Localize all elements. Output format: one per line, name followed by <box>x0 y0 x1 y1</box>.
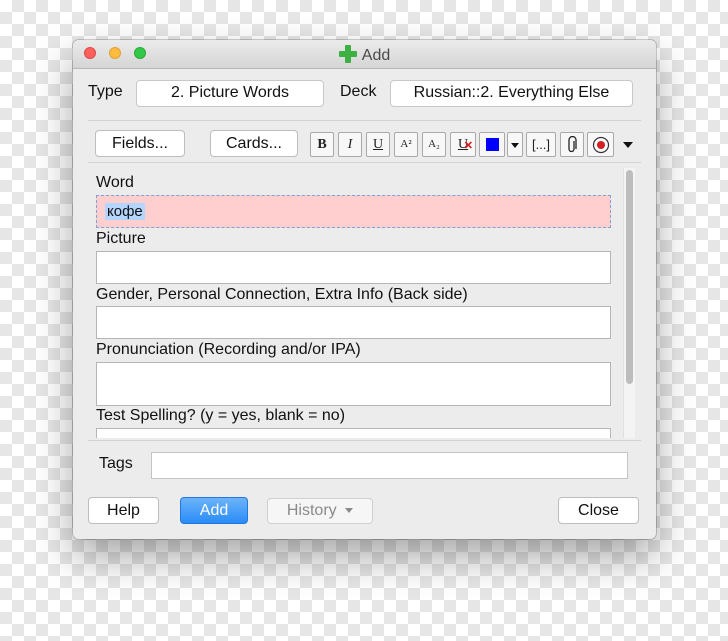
subscript-button[interactable]: A₂ <box>422 132 446 157</box>
tags-input[interactable] <box>151 452 628 479</box>
text-color-button[interactable] <box>479 132 505 157</box>
field-label-test-spelling: Test Spelling? (y = yes, blank = no) <box>96 407 346 424</box>
history-label: History <box>286 502 337 519</box>
deck-chooser[interactable]: Russian::2. Everything Else <box>390 80 633 107</box>
record-audio-button[interactable] <box>587 132 614 157</box>
field-input-test-spelling[interactable] <box>96 428 611 438</box>
chevron-down-icon <box>511 143 519 148</box>
text-color-swatch <box>485 138 499 151</box>
paperclip-icon <box>568 135 577 153</box>
toolbar-separator <box>88 162 641 163</box>
cloze-button[interactable]: [...] <box>526 132 556 157</box>
add-button[interactable]: Add <box>180 497 248 524</box>
attach-media-button[interactable] <box>560 132 584 157</box>
field-input-pronunciation[interactable] <box>96 362 611 406</box>
window-title: Add <box>73 45 656 65</box>
record-icon <box>592 136 609 154</box>
italic-button[interactable]: I <box>338 132 362 157</box>
close-button[interactable]: Close <box>558 497 639 524</box>
field-label-picture: Picture <box>96 230 146 247</box>
clear-formatting-button[interactable]: U ✕ <box>450 132 476 157</box>
field-editor: Word кофе Picture Gender, Personal Conne… <box>93 170 641 438</box>
fields-button[interactable]: Fields... <box>95 130 185 157</box>
field-input-word[interactable]: кофе <box>96 195 611 228</box>
scrollbar-thumb[interactable] <box>626 170 633 384</box>
header-separator <box>88 120 641 121</box>
history-button[interactable]: History <box>267 498 373 524</box>
color-dropdown-button[interactable] <box>507 132 523 157</box>
add-plus-icon <box>338 45 357 63</box>
more-chevron-down-icon <box>623 142 633 148</box>
title-bar[interactable]: Add <box>73 40 656 69</box>
field-input-picture[interactable] <box>96 251 611 284</box>
cards-button[interactable]: Cards... <box>210 130 298 157</box>
window-title-text: Add <box>361 47 391 64</box>
field-input-gender[interactable] <box>96 306 611 339</box>
underline-button[interactable]: U <box>366 132 390 157</box>
clear-x-icon: ✕ <box>463 140 473 152</box>
help-button[interactable]: Help <box>88 497 159 524</box>
add-window: Add Type 2. Picture Words Deck Russian::… <box>73 40 656 539</box>
superscript-button[interactable]: A² <box>394 132 418 157</box>
tags-label: Tags <box>99 455 133 472</box>
note-type-chooser[interactable]: 2. Picture Words <box>136 80 324 107</box>
type-label: Type <box>88 83 123 100</box>
deck-label: Deck <box>340 83 377 100</box>
history-chevron-down-icon <box>345 508 354 513</box>
editor-scrollbar[interactable] <box>623 168 635 438</box>
field-label-word: Word <box>96 174 134 191</box>
word-field-text: кофе <box>105 203 145 220</box>
field-label-pronunciation: Pronunciation (Recording and/or IPA) <box>96 341 361 358</box>
more-options-button[interactable] <box>617 132 639 157</box>
bold-button[interactable]: B <box>310 132 334 157</box>
field-label-gender: Gender, Personal Connection, Extra Info … <box>96 286 468 303</box>
tags-separator <box>88 440 641 441</box>
